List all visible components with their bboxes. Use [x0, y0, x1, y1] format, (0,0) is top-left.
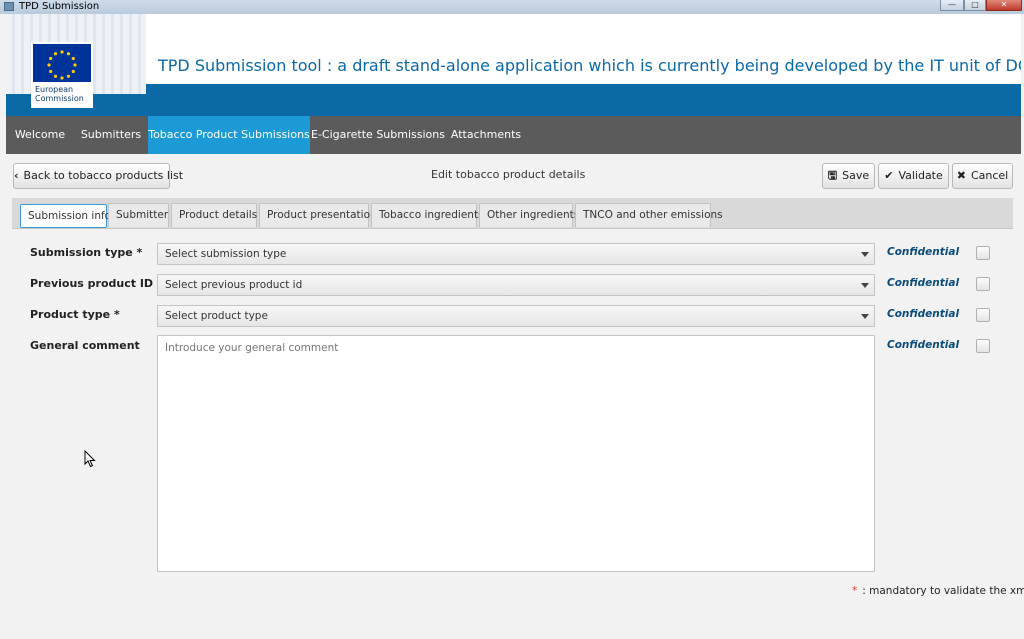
maximize-icon[interactable]: □: [964, 0, 986, 11]
app-title: TPD Submission tool : a draft stand-alon…: [158, 56, 1021, 75]
close-icon[interactable]: ✕: [986, 0, 1022, 11]
app-frame: European Commission TPD Submission tool …: [6, 14, 1024, 639]
nav-item-attachments[interactable]: Attachments: [446, 116, 526, 154]
submission-type-confidential-label: Confidential: [887, 246, 960, 258]
x-icon: ✖: [956, 169, 966, 182]
general-comment-label: General comment: [30, 339, 140, 352]
minimize-icon[interactable]: —: [940, 0, 964, 11]
validate-button-label: Validate: [898, 169, 943, 182]
previous-product-id-confidential-checkbox[interactable]: [976, 277, 990, 291]
tab-other-ingredients[interactable]: Other ingredients: [479, 203, 579, 227]
tab-tnco-and-other-emissions[interactable]: TNCO and other emissions: [575, 203, 723, 227]
app-icon: [4, 2, 14, 11]
floppy-disk-icon: 🖫: [827, 169, 838, 182]
general-comment-textarea[interactable]: [157, 335, 875, 572]
cancel-button-label: Cancel: [970, 169, 1009, 182]
tab-product-presentation[interactable]: Product presentation: [259, 203, 377, 227]
page-title: Edit tobacco product details: [431, 168, 586, 181]
tab-strip: Submission info Submitter Product detail…: [12, 198, 1013, 229]
mandatory-star: *: [852, 585, 858, 597]
previous-product-id-value: Select previous product id: [165, 279, 303, 291]
submission-type-label: Submission type *: [30, 246, 143, 259]
app-header: European Commission TPD Submission tool …: [6, 14, 1021, 116]
main-nav: Welcome Submitters Tobacco Product Submi…: [6, 116, 1021, 154]
save-button-label: Save: [842, 169, 870, 182]
general-comment-confidential-checkbox[interactable]: [976, 339, 990, 353]
submission-type-select[interactable]: Select submission type: [157, 243, 875, 265]
cancel-button[interactable]: ✖ Cancel: [952, 163, 1013, 189]
back-to-list-button[interactable]: ‹ Back to tobacco products list: [13, 163, 183, 189]
dropdown-arrow-icon: [861, 252, 869, 257]
nav-item-submitters[interactable]: Submitters: [74, 116, 148, 154]
eu-flag-icon: [33, 44, 91, 82]
logo-text: European Commission: [35, 85, 84, 103]
european-commission-logo: European Commission: [6, 14, 146, 108]
dropdown-arrow-icon: [861, 283, 869, 288]
chevron-left-icon: ‹: [14, 169, 19, 182]
back-button-label: Back to tobacco products list: [23, 169, 184, 182]
tab-submitter[interactable]: Submitter: [108, 203, 169, 227]
general-comment-confidential-label: Confidential: [887, 339, 960, 351]
logo-text-line1: European: [35, 85, 74, 94]
submission-type-confidential-checkbox[interactable]: [976, 246, 990, 260]
product-type-label: Product type *: [30, 308, 120, 321]
tab-tobacco-ingredients[interactable]: Tobacco ingredients: [371, 203, 484, 227]
checkmark-icon: ✔: [884, 169, 894, 182]
product-type-select[interactable]: Select product type: [157, 305, 875, 327]
product-type-value: Select product type: [165, 310, 268, 322]
product-type-confidential-label: Confidential: [887, 308, 960, 320]
previous-product-id-select[interactable]: Select previous product id: [157, 274, 875, 296]
nav-item-welcome[interactable]: Welcome: [6, 116, 74, 154]
submission-type-value: Select submission type: [165, 248, 287, 260]
dropdown-arrow-icon: [861, 314, 869, 319]
logo-text-line2: Commission: [35, 94, 84, 103]
header-band: [6, 84, 1021, 116]
mouse-cursor-icon: [84, 450, 96, 468]
window-title: TPD Submission: [19, 1, 100, 12]
product-type-confidential-checkbox[interactable]: [976, 308, 990, 322]
mandatory-note: * : mandatory to validate the xml: [852, 585, 1024, 597]
validate-button[interactable]: ✔ Validate: [878, 163, 949, 189]
nav-item-tobacco-product-submissions[interactable]: Tobacco Product Submissions: [148, 116, 310, 154]
nav-item-e-cigarette-submissions[interactable]: E-Cigarette Submissions: [310, 116, 446, 154]
save-button[interactable]: 🖫 Save: [822, 163, 875, 189]
previous-product-id-label: Previous product ID *: [30, 277, 163, 290]
tab-product-details[interactable]: Product details: [171, 203, 257, 227]
logo-box: European Commission: [31, 42, 93, 108]
tab-submission-info[interactable]: Submission info: [20, 204, 111, 228]
window-title-bar: TPD Submission — □ ✕: [0, 0, 1024, 14]
previous-product-id-confidential-label: Confidential: [887, 277, 960, 289]
mandatory-note-text: : mandatory to validate the xml: [862, 585, 1024, 597]
